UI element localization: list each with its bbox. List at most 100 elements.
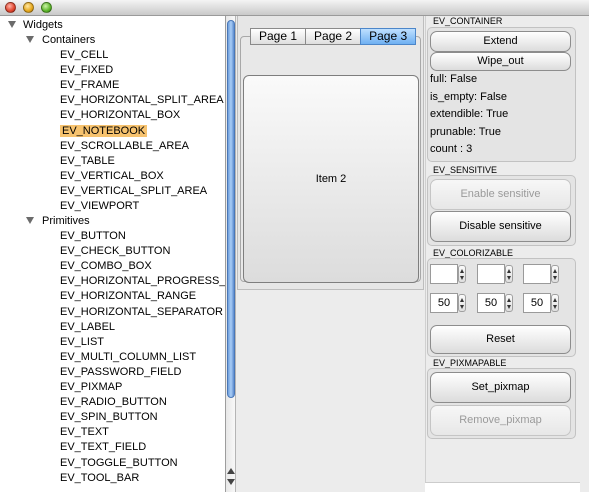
spin-up-icon[interactable]	[553, 298, 557, 302]
zoom-window-icon[interactable]	[41, 2, 52, 13]
spinner-field[interactable]: 50	[430, 293, 458, 313]
tree-item-ev-fixed[interactable]: EV_FIXED	[60, 63, 113, 78]
tree-item-ev-list[interactable]: EV_LIST	[60, 335, 104, 350]
background-green-spinner[interactable]: 50	[477, 293, 513, 313]
tree-item-ev-text[interactable]: EV_TEXT	[60, 425, 109, 440]
spinner-field[interactable]	[523, 264, 551, 284]
spinner-arrows[interactable]	[551, 265, 559, 283]
tree-item-ev-tool-bar[interactable]: EV_TOOL_BAR	[60, 471, 139, 486]
foreground-green-spinner[interactable]	[477, 264, 513, 284]
tree-node-label: Widgets	[23, 19, 63, 31]
tree-item-ev-horizontal-progress-bar[interactable]: EV_HORIZONTAL_PROGRESS_BAR	[60, 274, 225, 289]
tree-item-label: EV_VERTICAL_SPLIT_AREA	[60, 184, 208, 197]
tree-node-primitives[interactable]: Primitives	[26, 214, 90, 229]
tree-item-ev-scrollable-area[interactable]: EV_SCROLLABLE_AREA	[60, 139, 189, 154]
tree-item-ev-table[interactable]: EV_TABLE	[60, 154, 115, 169]
tab-page-2[interactable]: Page 2	[305, 28, 362, 45]
spinner-arrows[interactable]	[505, 294, 513, 312]
spinner-field[interactable]: 50	[477, 293, 505, 313]
tree-item-ev-multi-column-list[interactable]: EV_MULTI_COLUMN_LIST	[60, 350, 196, 365]
tree-item-ev-radio-button[interactable]: EV_RADIO_BUTTON	[60, 395, 167, 410]
disable-sensitive-button[interactable]: Disable sensitive	[430, 211, 571, 242]
tree-item-ev-frame[interactable]: EV_FRAME	[60, 78, 119, 93]
tree-item-ev-text-field[interactable]: EV_TEXT_FIELD	[60, 440, 146, 455]
prop-full: full: False	[430, 73, 478, 85]
tree-node-widgets[interactable]: Widgets	[8, 18, 63, 33]
tree-item-label: EV_NOTEBOOK	[60, 124, 148, 137]
widget-tree[interactable]: Widgets Containers EV_CELL EV_FIXED EV_FRA…	[0, 16, 226, 492]
spinner-arrows[interactable]	[505, 265, 513, 283]
spin-down-icon[interactable]	[553, 276, 557, 280]
disclosure-triangle-icon[interactable]	[8, 21, 16, 28]
spin-down-icon[interactable]	[460, 276, 464, 280]
disclosure-triangle-icon[interactable]	[26, 217, 34, 224]
tree-item-ev-check-button[interactable]: EV_CHECK_BUTTON	[60, 244, 170, 259]
background-blue-spinner[interactable]: 50	[523, 293, 559, 313]
panel-divider	[425, 16, 426, 492]
tree-item-label: EV_TEXT	[60, 426, 109, 439]
tab-page-1[interactable]: Page 1	[250, 28, 307, 45]
background-red-spinner[interactable]: 50	[430, 293, 466, 313]
tree-item-label: EV_VERTICAL_BOX	[60, 169, 164, 182]
spin-down-icon[interactable]	[507, 305, 511, 309]
prop-is-empty: is_empty: False	[430, 91, 508, 103]
notebook-item-button[interactable]: Item 2	[243, 75, 419, 283]
tree-item-ev-horizontal-split-area[interactable]: EV_HORIZONTAL_SPLIT_AREA	[60, 93, 224, 108]
spin-up-icon[interactable]	[507, 269, 511, 273]
minimize-window-icon[interactable]	[23, 2, 34, 13]
tree-item-ev-cell[interactable]: EV_CELL	[60, 48, 108, 63]
remove-pixmap-button[interactable]: Remove_pixmap	[430, 405, 571, 436]
tree-item-ev-vertical-box[interactable]: EV_VERTICAL_BOX	[60, 169, 164, 184]
spin-up-icon[interactable]	[460, 298, 464, 302]
window-bottom-edge	[425, 482, 580, 492]
extend-button[interactable]: Extend	[430, 31, 571, 52]
tree-item-ev-button[interactable]: EV_BUTTON	[60, 229, 126, 244]
tree-item-ev-toggle-button[interactable]: EV_TOGGLE_BUTTON	[60, 456, 178, 471]
tab-page-3[interactable]: Page 3	[360, 28, 417, 45]
spinner-arrows[interactable]	[458, 294, 466, 312]
spinner-arrows[interactable]	[551, 294, 559, 312]
tree-item-ev-horizontal-separator[interactable]: EV_HORIZONTAL_SEPARATOR	[60, 305, 223, 320]
close-window-icon[interactable]	[5, 2, 16, 13]
foreground-red-spinner[interactable]	[430, 264, 466, 284]
scrollbar-thumb[interactable]	[227, 20, 235, 398]
tree-item-label: EV_RADIO_BUTTON	[60, 396, 167, 409]
spin-down-icon[interactable]	[460, 305, 464, 309]
tree-item-label: EV_BUTTON	[60, 230, 126, 242]
tree-item-ev-horizontal-box[interactable]: EV_HORIZONTAL_BOX	[60, 108, 180, 123]
tree-item-ev-combo-box[interactable]: EV_COMBO_BOX	[60, 259, 152, 274]
spin-down-icon[interactable]	[553, 305, 557, 309]
tree-item-label: EV_LIST	[60, 335, 105, 348]
reset-button[interactable]: Reset	[430, 325, 571, 354]
tree-item-label: EV_HORIZONTAL_RANGE	[60, 290, 197, 303]
foreground-blue-spinner[interactable]	[523, 264, 559, 284]
tree-scrollbar[interactable]	[226, 16, 236, 492]
tree-item-label: EV_SCROLLABLE_AREA	[60, 139, 190, 152]
spinner-field[interactable]	[430, 264, 458, 284]
tree-item-ev-label[interactable]: EV_LABEL	[60, 320, 115, 335]
spin-up-icon[interactable]	[507, 298, 511, 302]
spinner-field[interactable]: 50	[523, 293, 551, 313]
tree-item-ev-viewport[interactable]: EV_VIEWPORT	[60, 199, 139, 214]
wipe-out-button[interactable]: Wipe_out	[430, 52, 571, 71]
disclosure-triangle-icon[interactable]	[26, 36, 34, 43]
scroll-down-arrow-icon[interactable]	[227, 479, 235, 485]
spinner-arrows[interactable]	[458, 265, 466, 283]
tree-node-containers[interactable]: Containers	[26, 33, 95, 48]
spin-up-icon[interactable]	[460, 269, 464, 273]
set-pixmap-button[interactable]: Set_pixmap	[430, 372, 571, 403]
tree-item-label: EV_SPIN_BUTTON	[60, 411, 158, 424]
spin-down-icon[interactable]	[507, 276, 511, 280]
spin-up-icon[interactable]	[553, 269, 557, 273]
tree-item-ev-vertical-split-area[interactable]: EV_VERTICAL_SPLIT_AREA	[60, 184, 207, 199]
tree-item-label: EV_VIEWPORT	[60, 200, 140, 212]
tree-item-ev-password-field[interactable]: EV_PASSWORD_FIELD	[60, 365, 181, 380]
tree-item-ev-pixmap[interactable]: EV_PIXMAP	[60, 380, 122, 395]
tree-item-ev-spin-button[interactable]: EV_SPIN_BUTTON	[60, 410, 158, 425]
scroll-up-arrow-icon[interactable]	[227, 468, 235, 474]
tree-item-ev-horizontal-range[interactable]: EV_HORIZONTAL_RANGE	[60, 289, 196, 304]
enable-sensitive-button[interactable]: Enable sensitive	[430, 179, 571, 210]
spinner-field[interactable]	[477, 264, 505, 284]
tree-item-ev-notebook[interactable]: EV_NOTEBOOK	[60, 124, 148, 139]
tree-node-label: Containers	[42, 34, 96, 46]
